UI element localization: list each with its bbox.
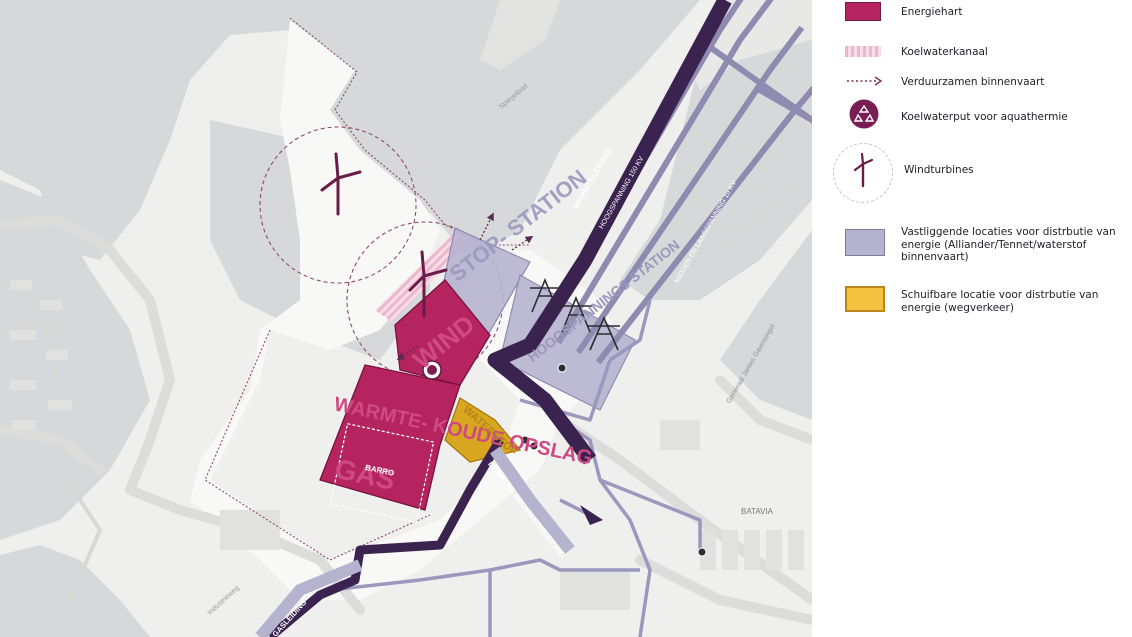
legend-label: Schuifbare locatie voor distrbutie van e…	[901, 289, 1099, 314]
legend-label: Koelwaterput voor aquathermie	[901, 111, 1068, 123]
koelwaterkanaal-swatch	[845, 46, 881, 57]
legend-label: Energiehart	[901, 6, 963, 18]
label-batavia: BATAVIA	[741, 507, 774, 516]
map-canvas: STOP- STATION WIND WARMTE- KOUDE OPSLAG …	[0, 0, 812, 637]
wind-turbine-icon	[833, 143, 893, 203]
dotted-arrow-icon	[847, 76, 883, 86]
legend-label: Vastliggende locaties voor distrbutie va…	[901, 226, 1116, 263]
distribution-swatch	[845, 229, 885, 256]
legend-label: Koelwaterkanaal	[901, 46, 988, 58]
energiehart-swatch	[845, 2, 881, 21]
legend-label: Windturbines	[904, 164, 974, 176]
wegverkeer-swatch	[845, 286, 885, 312]
recycle-circle-icon	[849, 99, 879, 129]
legend-label: Verduurzamen binnenvaart	[901, 76, 1045, 88]
site-map[interactable]: STOP- STATION WIND WARMTE- KOUDE OPSLAG …	[0, 0, 812, 637]
map-legend: Energiehart Koelwaterkanaal Verduurzamen…	[812, 0, 1132, 637]
